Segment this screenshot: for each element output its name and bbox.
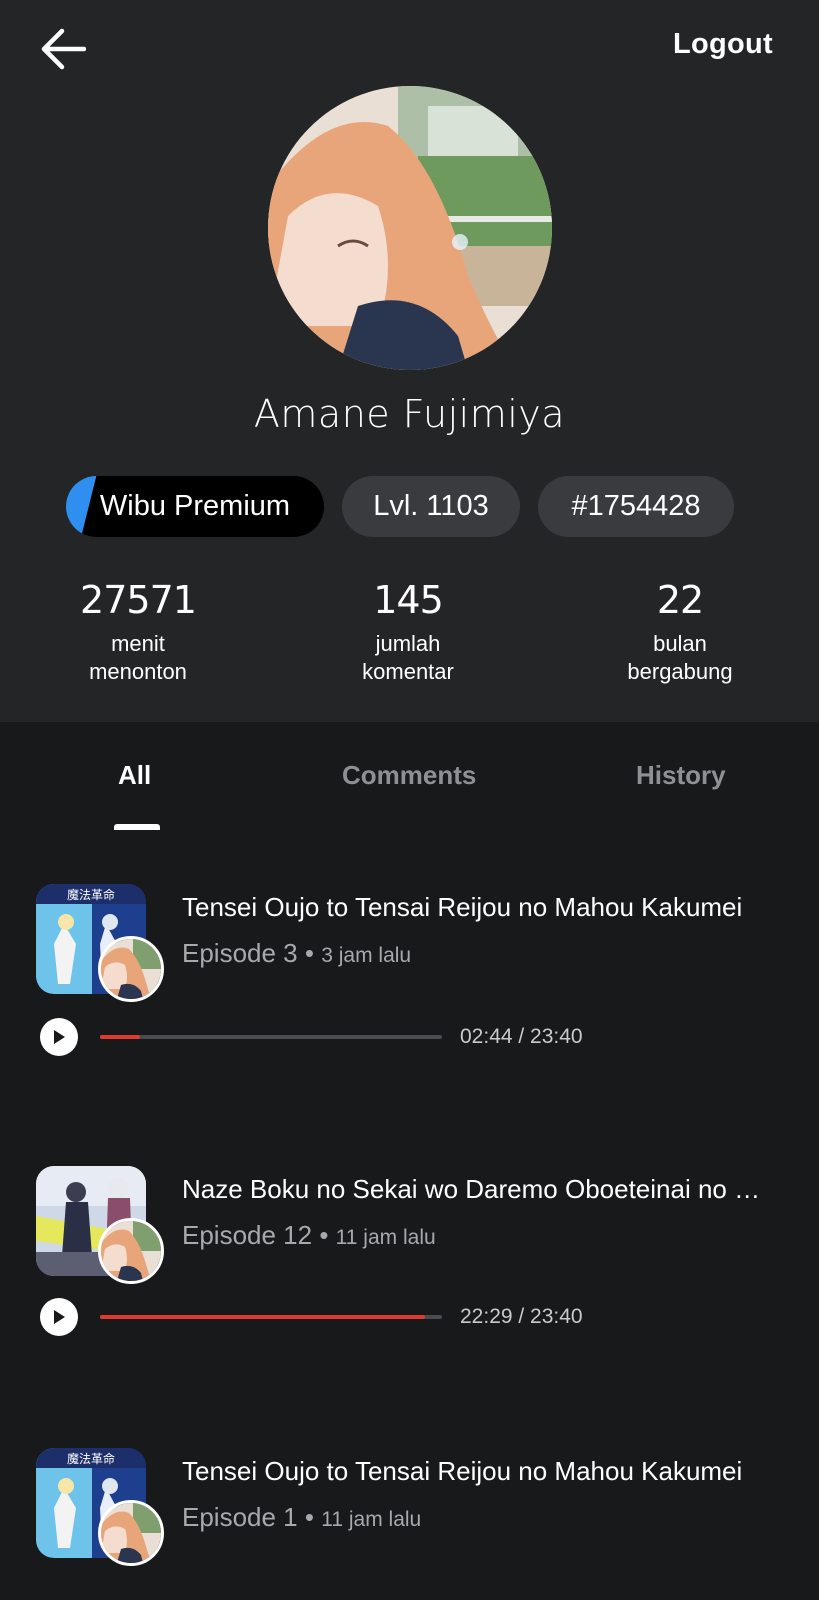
watch-progress-fill <box>100 1035 140 1039</box>
active-tab-indicator <box>114 824 160 830</box>
watch-time: 02:44 / 23:40 <box>460 1025 583 1048</box>
back-button[interactable] <box>38 26 88 72</box>
tab-all[interactable]: All <box>118 760 151 791</box>
user-mini-avatar <box>98 1218 164 1284</box>
user-mini-avatar <box>98 1500 164 1566</box>
tab-bar: All Comments History <box>0 722 819 832</box>
level-badge: Lvl. 1103 <box>342 476 520 537</box>
watch-progress-bar[interactable] <box>100 1035 442 1039</box>
user-id-badge: #1754428 <box>538 476 734 537</box>
history-item[interactable]: Naze Boku no Sekai wo Daremo Oboeteinai … <box>0 1162 819 1362</box>
episode-info: Episode 3 • 3 jam lalu <box>182 938 411 969</box>
separator-dot: • <box>304 1502 322 1532</box>
watch-progress-bar[interactable] <box>100 1315 442 1319</box>
watch-progress-fill <box>100 1315 425 1319</box>
episode-label: Episode 1 <box>182 1502 298 1532</box>
watched-ago: 3 jam lalu <box>321 944 412 967</box>
stat-value: 22 <box>656 578 704 622</box>
premium-badge: Wibu Premium <box>66 476 324 537</box>
separator-dot: • <box>304 938 322 968</box>
logout-button[interactable]: Logout <box>673 28 773 61</box>
episode-label: Episode 3 <box>182 938 298 968</box>
play-button[interactable] <box>40 1298 78 1336</box>
username: Amane Fujimiya <box>253 392 566 436</box>
profile-avatar <box>268 86 552 370</box>
tab-comments[interactable]: Comments <box>342 760 476 791</box>
anime-title: Naze Boku no Sekai wo Daremo Oboeteinai … <box>182 1174 774 1204</box>
watched-ago: 11 jam lalu <box>321 1508 422 1531</box>
separator-dot: • <box>319 1220 336 1250</box>
history-item[interactable]: 魔法革命 Tensei Oujo to Tensai Reijou no Mah… <box>0 1444 819 1600</box>
play-button[interactable] <box>40 1018 78 1056</box>
episode-info: Episode 12 • 11 jam lalu <box>182 1220 436 1251</box>
anime-title: Tensei Oujo to Tensai Reijou no Mahou Ka… <box>182 1456 743 1486</box>
history-item[interactable]: 魔法革命 Tensei Oujo to Tensai Reijou no Mah… <box>0 880 819 1080</box>
stat-label: bulan bergabung <box>627 631 733 684</box>
stat-label: jumlah komentar <box>362 631 454 684</box>
stat-value: 145 <box>373 578 444 622</box>
user-mini-avatar <box>98 936 164 1002</box>
watch-time: 22:29 / 23:40 <box>460 1305 583 1328</box>
stat-comment-count: 145 jumlah komentar <box>308 578 508 686</box>
tab-history[interactable]: History <box>636 760 726 791</box>
stat-watch-minutes: 27571 menit menonton <box>38 578 238 686</box>
svg-text:魔法革命: 魔法革命 <box>67 887 115 902</box>
stat-months-joined: 22 bulan bergabung <box>580 578 780 686</box>
anime-title: Tensei Oujo to Tensai Reijou no Mahou Ka… <box>182 892 743 922</box>
arrow-left-icon <box>41 28 86 70</box>
episode-label: Episode 12 <box>182 1220 313 1250</box>
stat-value: 27571 <box>80 578 197 622</box>
play-icon <box>54 1310 65 1324</box>
watched-ago: 11 jam lalu <box>335 1226 436 1249</box>
episode-info: Episode 1 • 11 jam lalu <box>182 1502 421 1533</box>
badge-row: Wibu Premium Lvl. 1103 #1754428 <box>66 476 734 537</box>
stat-label: menit menonton <box>89 631 187 684</box>
play-icon <box>54 1030 65 1044</box>
svg-text:魔法革命: 魔法革命 <box>67 1451 115 1466</box>
